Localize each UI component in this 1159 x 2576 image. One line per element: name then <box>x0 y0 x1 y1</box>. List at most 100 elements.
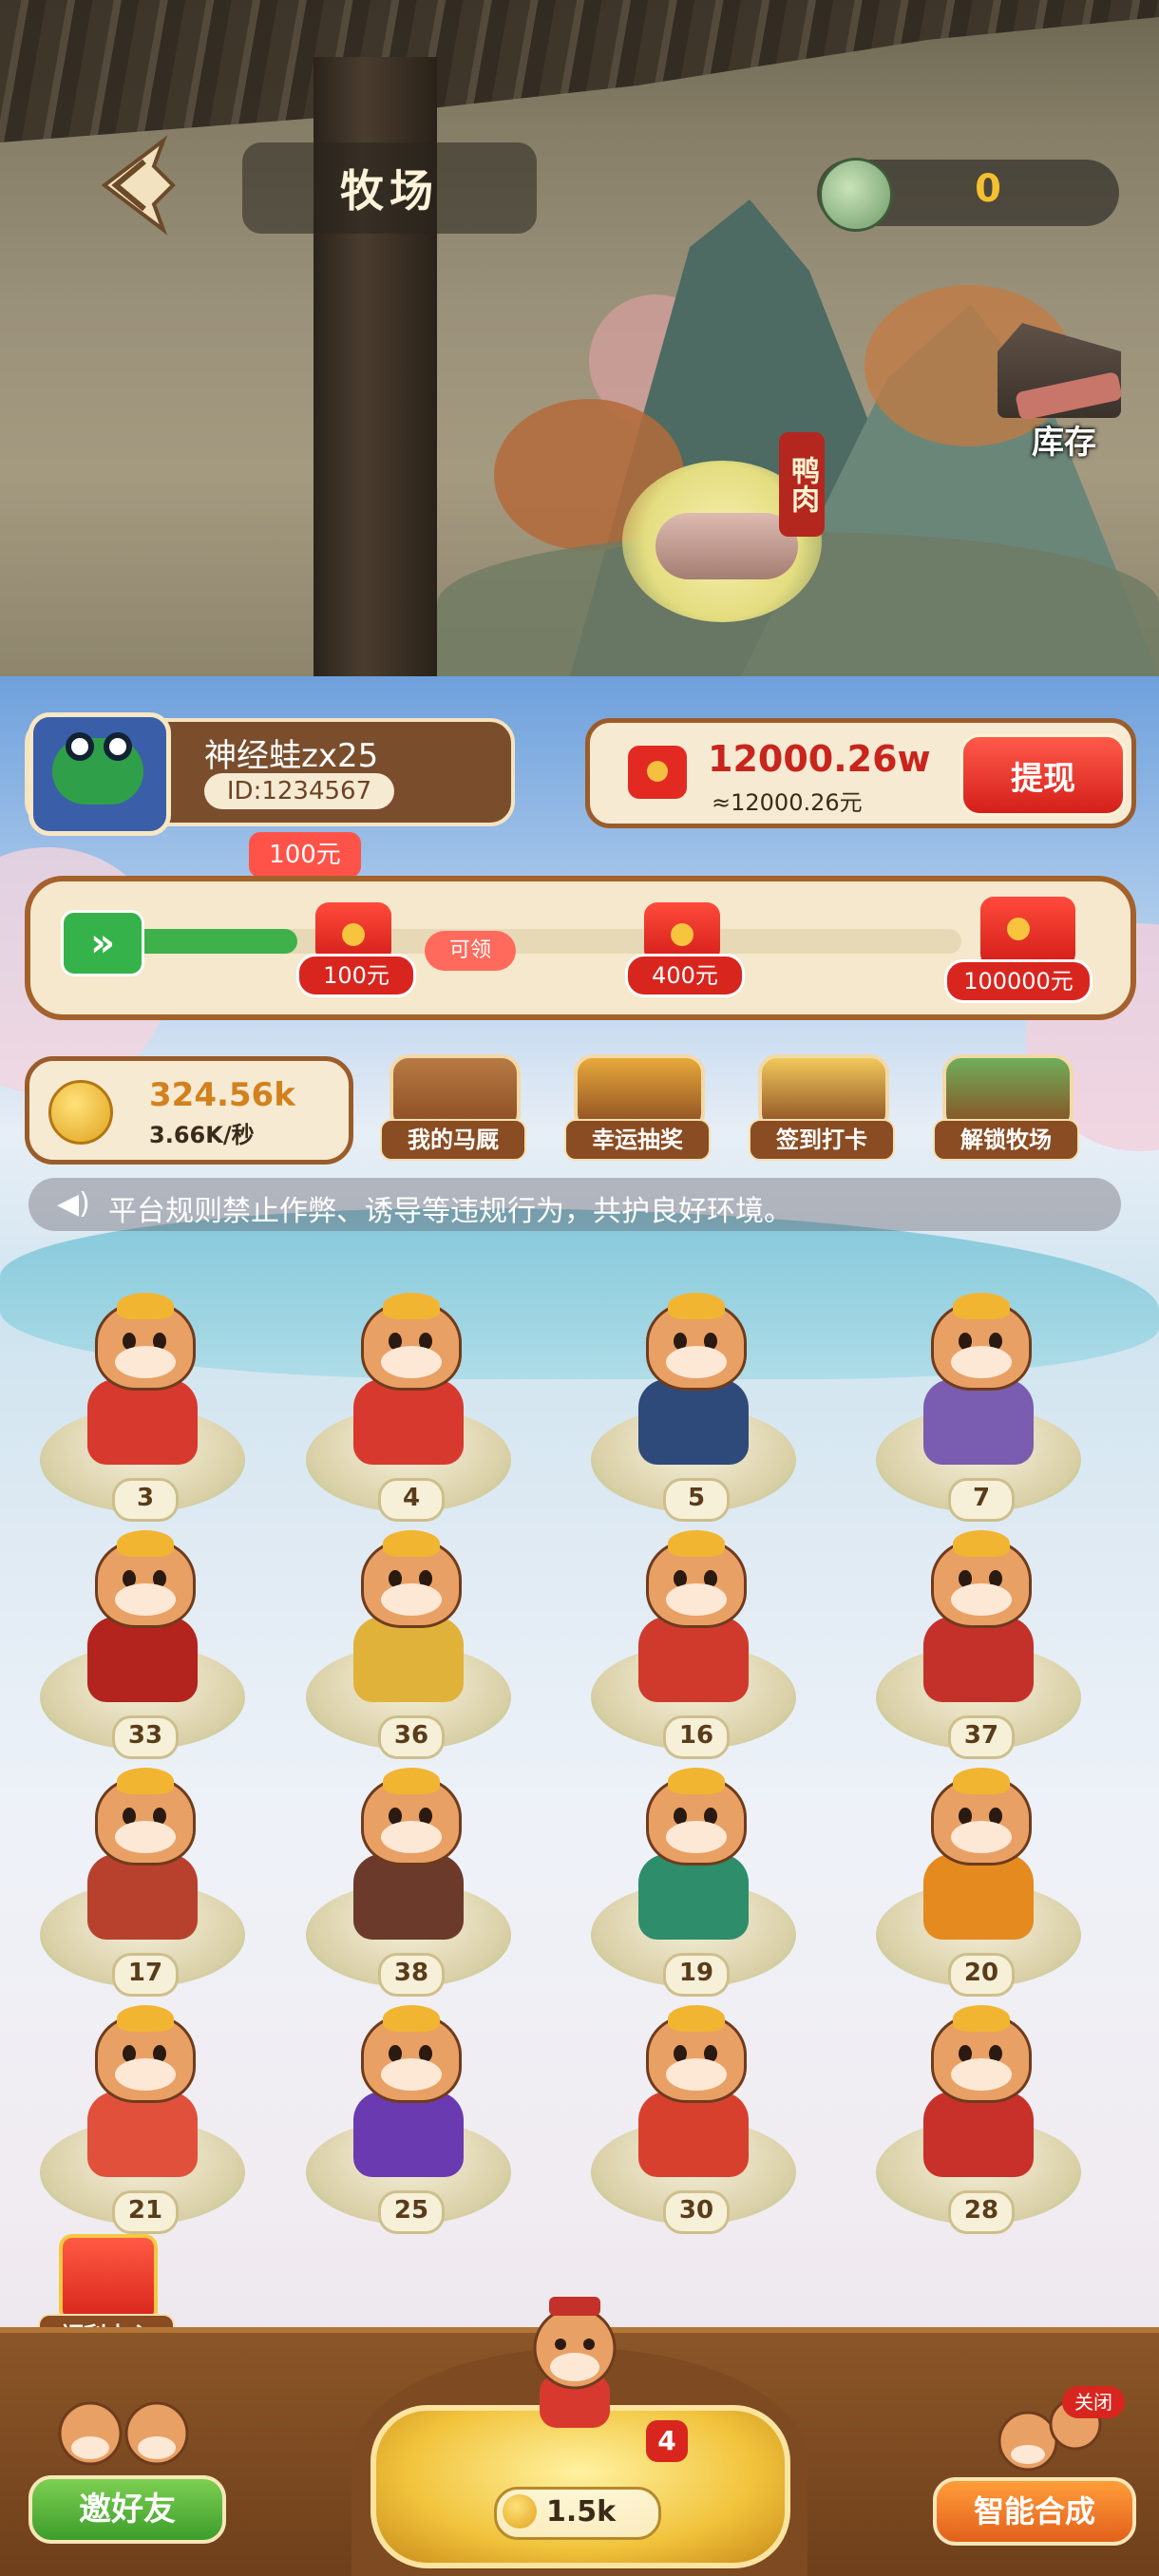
gold-rate: 3.66K/秒 <box>149 1122 255 1148</box>
horse-slot[interactable]: 21 <box>28 2005 256 2244</box>
horse-icon <box>95 1530 196 1628</box>
gold-coin-icon <box>48 1080 113 1145</box>
withdraw-button[interactable]: 提现 <box>960 734 1126 816</box>
horse-icon <box>95 2005 196 2103</box>
my-stable-button[interactable]: 我的马厩 <box>380 1054 526 1161</box>
user-name: 神经蛙zx25 <box>204 737 379 775</box>
horse-icon <box>931 1530 1032 1628</box>
horse-slot[interactable]: 7 <box>864 1293 1092 1531</box>
horse-slot[interactable]: 3 <box>28 1293 256 1531</box>
horse-slot[interactable]: 28 <box>864 2005 1092 2244</box>
horse-outfit <box>353 1379 464 1465</box>
buy-cost: 1.5k <box>494 2487 661 2540</box>
horse-slot[interactable]: 5 <box>580 1293 808 1531</box>
horse-outfit <box>923 1379 1034 1465</box>
horse-muzzle <box>115 1346 176 1378</box>
merge-close-tag[interactable]: 关闭 <box>1062 2386 1125 2418</box>
horse-muzzle <box>666 2058 727 2091</box>
horse-level-badge: 17 <box>112 1953 179 1997</box>
horse-slot[interactable]: 17 <box>28 1768 256 2006</box>
fast-forward-button[interactable]: » <box>61 910 144 976</box>
speaker-icon: ◀) <box>57 1187 90 1221</box>
horse-muzzle <box>951 1821 1012 1853</box>
horse-outfit <box>638 1379 749 1465</box>
horse-mane <box>117 1768 174 1794</box>
horse-slot[interactable]: 36 <box>294 1530 522 1769</box>
resource-value: 0 <box>975 167 1001 211</box>
function-label: 幸运抽奖 <box>564 1119 711 1161</box>
gold-value: 324.56k <box>149 1076 295 1114</box>
storage-button[interactable]: 库存 <box>998 323 1130 465</box>
lucky-draw-button[interactable]: 幸运抽奖 <box>564 1054 711 1161</box>
frog-eye <box>66 732 94 761</box>
frog-eye <box>104 732 132 761</box>
roof-eaves <box>0 0 1159 142</box>
horse-slot[interactable]: 16 <box>580 1530 808 1769</box>
horse-slot[interactable]: 4 <box>294 1293 522 1531</box>
avatar[interactable] <box>28 712 171 836</box>
horse-slot[interactable]: 38 <box>294 1768 522 2006</box>
horse-icon <box>931 2005 1032 2103</box>
function-label: 解锁牧场 <box>933 1119 1079 1161</box>
horse-level-badge: 19 <box>663 1953 730 1997</box>
horse-muzzle <box>951 2058 1012 2091</box>
cash-value: 12000.26w <box>708 738 931 780</box>
horse-slot[interactable]: 19 <box>580 1768 808 2006</box>
horse-outfit <box>353 2092 464 2177</box>
envelope-seal <box>647 761 668 782</box>
progress-track <box>87 929 961 954</box>
cash-card: 12000.26w ≈12000.26元 提现 <box>585 718 1136 828</box>
jade-coin-icon <box>819 158 893 232</box>
horse-mane <box>383 2005 440 2032</box>
milestone-envelope-icon[interactable] <box>980 897 1075 967</box>
horse-muzzle <box>666 1346 727 1378</box>
horse-mane <box>117 2005 174 2032</box>
notice-text: 平台规则禁止作弊、诱导等违规行为，共护良好环境。 <box>108 1195 792 1228</box>
unlock-ranch-button[interactable]: 解锁牧场 <box>933 1054 1079 1161</box>
horse-mane <box>953 2005 1010 2032</box>
horse-icon <box>931 1768 1032 1866</box>
horse-level-badge: 36 <box>378 1715 445 1759</box>
progress-tooltip: 100元 <box>249 832 361 878</box>
horse-level-badge: 33 <box>112 1715 179 1759</box>
horse-slot[interactable]: 37 <box>864 1530 1092 1769</box>
invite-friends-button[interactable]: 邀好友 <box>28 2396 226 2544</box>
milestone-label: 100元 <box>296 954 416 997</box>
horse-slot[interactable]: 20 <box>864 1768 1092 2006</box>
buy-cost-value: 1.5k <box>546 2495 617 2529</box>
horse-outfit <box>638 1854 749 1940</box>
horse-muzzle <box>115 1821 176 1853</box>
horse-mane <box>117 1293 174 1319</box>
invite-label: 邀好友 <box>28 2475 226 2544</box>
storage-label: 库存 <box>1032 424 1096 462</box>
horse-mane <box>953 1530 1010 1557</box>
gift-box-icon <box>59 2234 158 2323</box>
horse-muzzle <box>666 1821 727 1853</box>
game-area: 神经蛙zx25 ID:1234567 12000.26w ≈12000.26元 … <box>0 676 1159 2576</box>
horse-level-badge: 28 <box>948 2190 1015 2234</box>
page-title: 牧场 <box>242 142 537 234</box>
check-in-button[interactable]: 签到打卡 <box>749 1054 895 1161</box>
horse-icon <box>361 2005 462 2103</box>
back-button[interactable] <box>87 133 182 237</box>
gold-card: 324.56k 3.66K/秒 <box>25 1056 353 1165</box>
horse-level-badge: 16 <box>663 1715 730 1759</box>
horse-level-badge: 30 <box>663 2190 730 2234</box>
smart-merge-button[interactable]: 关闭 智能合成 <box>933 2386 1136 2546</box>
horse-muzzle <box>381 1583 442 1616</box>
horse-slot[interactable]: 25 <box>294 2005 522 2244</box>
horse-mane <box>383 1530 440 1557</box>
horse-slot[interactable]: 30 <box>580 2005 808 2244</box>
duck-meat-tag: 鸭肉 <box>779 432 825 537</box>
horse-muzzle <box>381 2058 442 2091</box>
buy-level-badge: 4 <box>646 2420 688 2462</box>
horse-outfit <box>923 1854 1034 1940</box>
horse-level-badge: 20 <box>948 1953 1015 1997</box>
horse-level-badge: 7 <box>948 1478 1015 1522</box>
horse-slot[interactable]: 33 <box>28 1530 256 1769</box>
milestone-label: 400元 <box>625 954 745 997</box>
horse-mane <box>117 1530 174 1557</box>
cash-approx: ≈12000.26元 <box>712 789 863 816</box>
horse-mane <box>668 1530 725 1557</box>
frog-avatar-icon <box>52 732 143 805</box>
